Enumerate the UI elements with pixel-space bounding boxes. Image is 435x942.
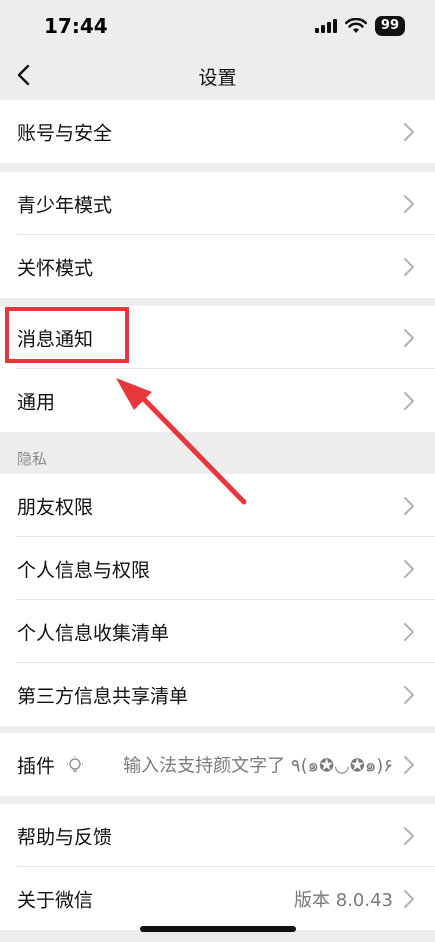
row-care-mode[interactable]: 关怀模式 <box>0 235 435 298</box>
home-indicator <box>140 926 296 932</box>
row-label: 通用 <box>17 391 56 413</box>
section-header-privacy: 隐私 <box>0 432 435 474</box>
wifi-icon <box>344 18 367 33</box>
chevron-right-icon <box>404 755 414 774</box>
row-friend-permissions[interactable]: 朋友权限 <box>0 474 435 537</box>
group-modes: 青少年模式 关怀模式 <box>0 172 435 298</box>
status-bar: 17:44 99 <box>0 0 435 50</box>
group-notifications: 消息通知 通用 <box>0 306 435 432</box>
row-label: 消息通知 <box>17 328 94 350</box>
lightbulb-icon <box>67 755 83 772</box>
group-plugins: 插件 输入法支持颜文字了 ٩(๑✪◡✪๑)۶ <box>0 733 435 796</box>
row-account-security[interactable]: 账号与安全 <box>0 100 435 163</box>
status-icons: 99 <box>314 14 405 38</box>
row-notifications[interactable]: 消息通知 <box>0 306 435 369</box>
row-label: 个人信息与权限 <box>17 559 151 581</box>
battery-icon: 99 <box>374 16 405 36</box>
row-personal-info-permissions[interactable]: 个人信息与权限 <box>0 537 435 600</box>
row-help-feedback[interactable]: 帮助与反馈 <box>0 804 435 867</box>
chevron-right-icon <box>404 496 414 515</box>
signal-icon <box>314 19 337 33</box>
row-label: 青少年模式 <box>17 194 113 216</box>
page-title: 设置 <box>198 67 237 89</box>
chevron-right-icon <box>404 685 414 704</box>
row-label: 个人信息收集清单 <box>17 622 170 644</box>
row-label: 朋友权限 <box>17 496 94 518</box>
row-plugins[interactable]: 插件 输入法支持颜文字了 ٩(๑✪◡✪๑)۶ <box>0 733 435 796</box>
chevron-right-icon <box>404 559 414 578</box>
row-label: 账号与安全 <box>17 122 113 144</box>
chevron-right-icon <box>404 194 414 213</box>
row-third-party-sharing[interactable]: 第三方信息共享清单 <box>0 663 435 726</box>
nav-bar: 设置 <box>0 50 435 100</box>
chevron-right-icon <box>404 889 414 908</box>
row-label: 第三方信息共享清单 <box>17 685 189 707</box>
row-label: 帮助与反馈 <box>17 826 113 848</box>
chevron-right-icon <box>404 122 414 141</box>
row-value: 输入法支持颜文字了 ٩(๑✪◡✪๑)۶ <box>123 755 393 776</box>
row-general[interactable]: 通用 <box>0 369 435 432</box>
group-privacy: 朋友权限 个人信息与权限 个人信息收集清单 第三方信息共享清单 <box>0 474 435 726</box>
status-time: 17:44 <box>44 14 108 38</box>
section-header-label: 隐私 <box>17 450 48 468</box>
row-personal-info-collection[interactable]: 个人信息收集清单 <box>0 600 435 663</box>
row-about-wechat[interactable]: 关于微信 版本 8.0.43 <box>0 867 435 930</box>
row-label: 插件 <box>17 755 56 777</box>
chevron-right-icon <box>404 826 414 845</box>
row-youth-mode[interactable]: 青少年模式 <box>0 172 435 235</box>
row-value: 版本 8.0.43 <box>294 889 393 911</box>
chevron-right-icon <box>404 622 414 641</box>
group-account: 账号与安全 <box>0 100 435 163</box>
group-about: 帮助与反馈 关于微信 版本 8.0.43 <box>0 804 435 930</box>
chevron-right-icon <box>404 328 414 347</box>
chevron-right-icon <box>404 257 414 276</box>
chevron-right-icon <box>404 391 414 410</box>
row-label: 关于微信 <box>17 889 94 911</box>
row-label: 关怀模式 <box>17 257 94 279</box>
